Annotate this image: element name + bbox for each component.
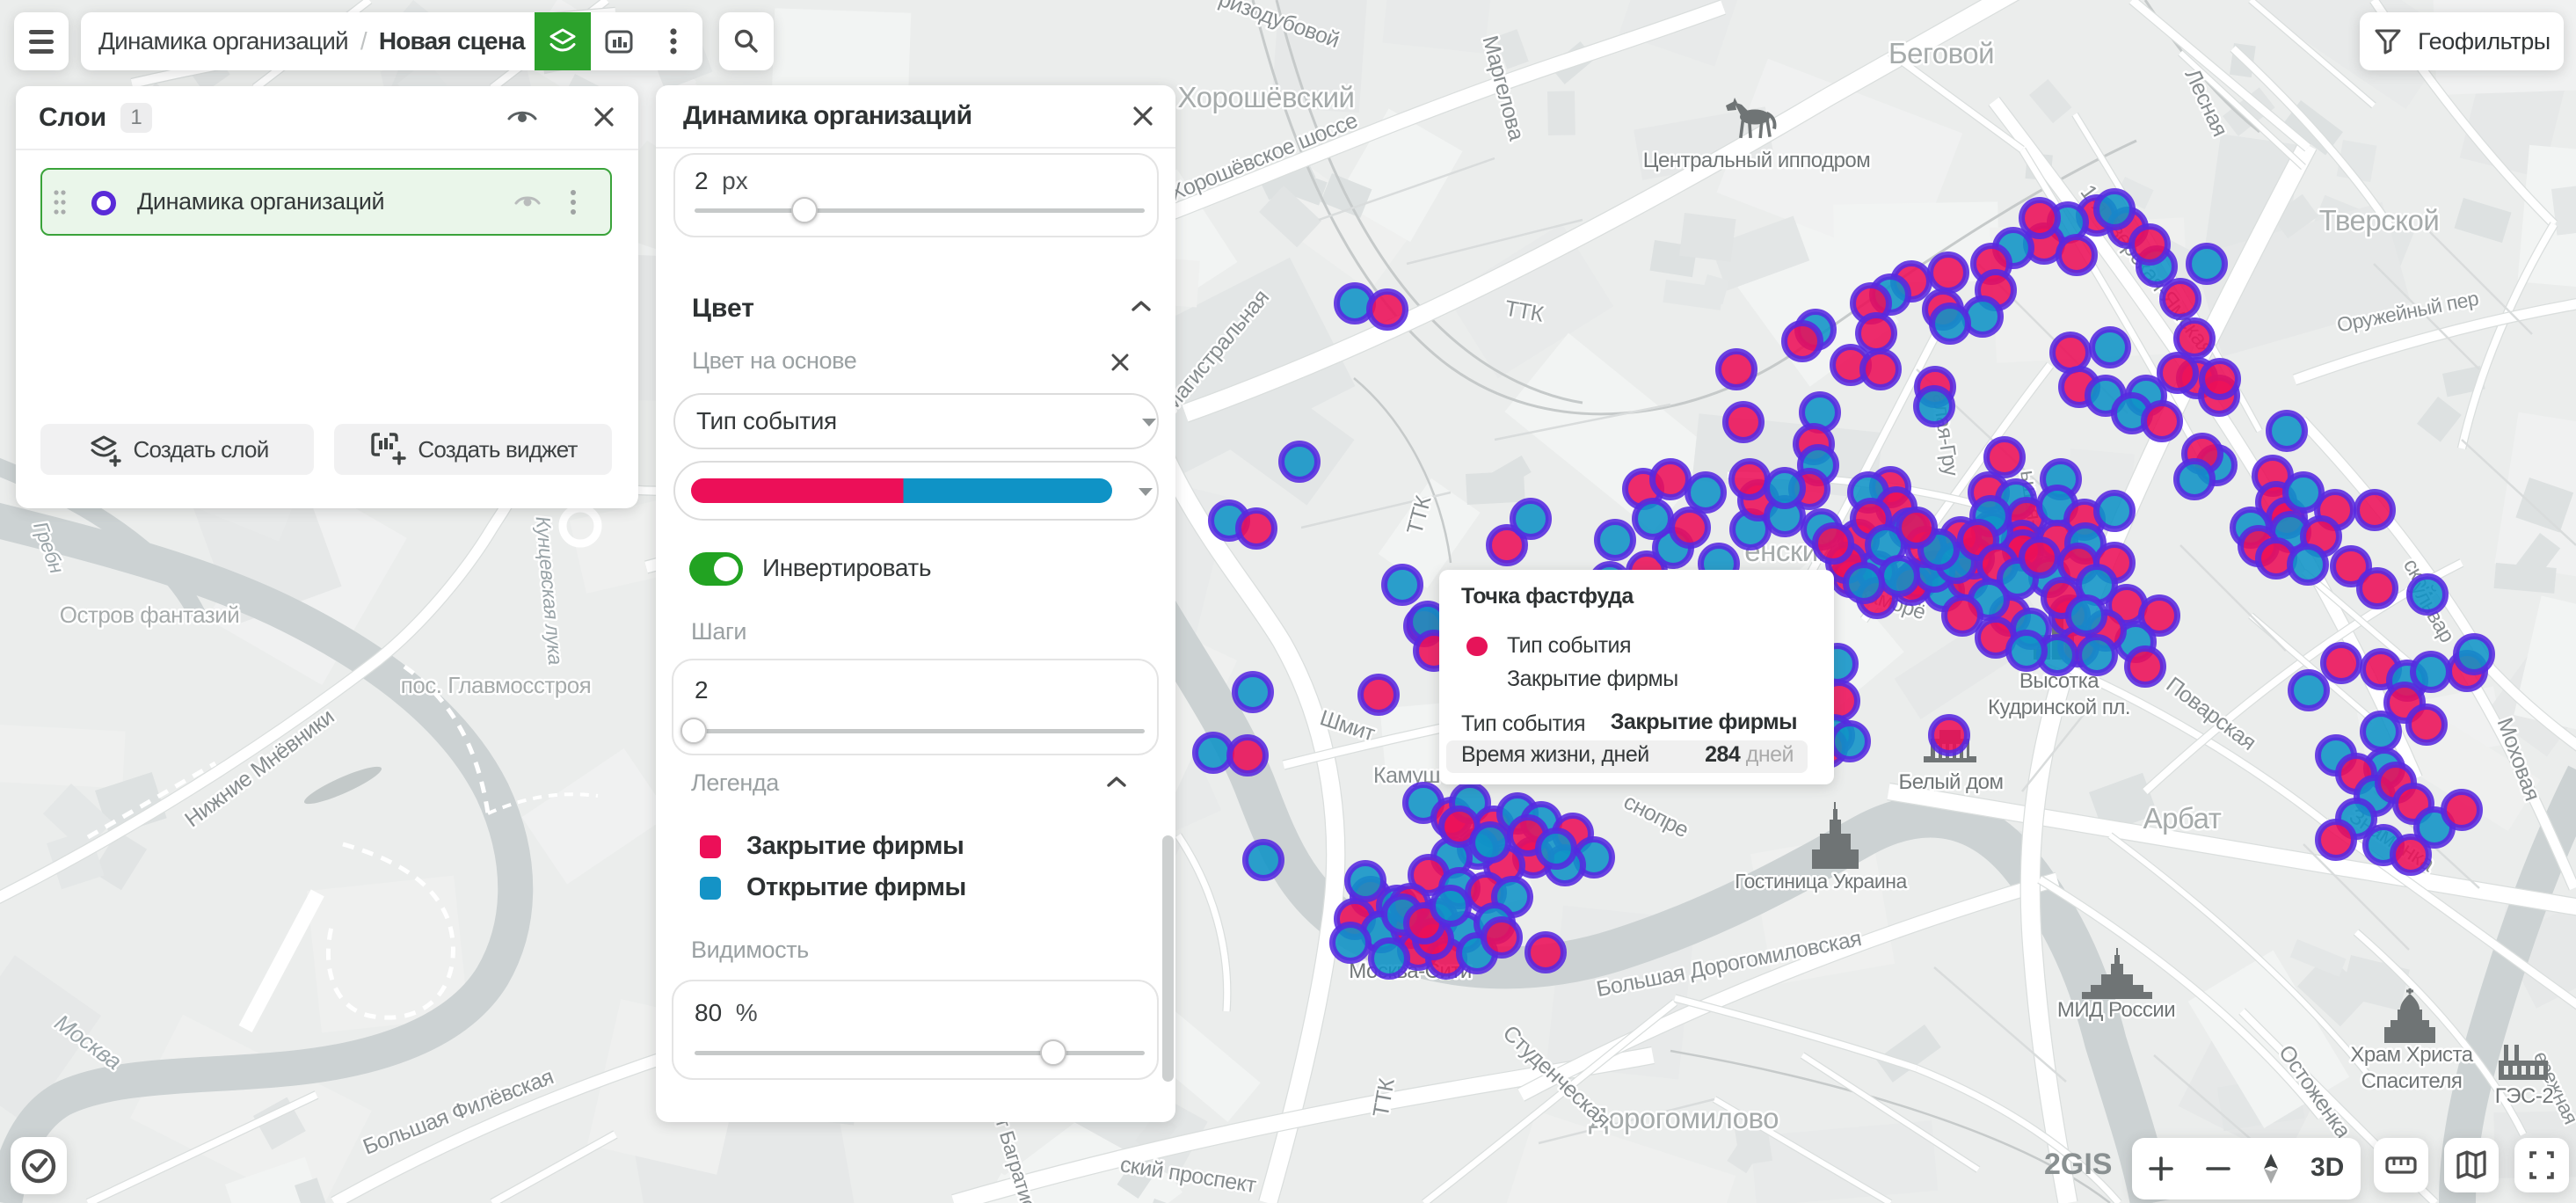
svg-text:Храм Христа: Храм Христа [2350, 1043, 2473, 1067]
svg-text:Арбат: Арбат [2143, 802, 2222, 835]
svg-text:МИД России: МИД России [2057, 998, 2175, 1022]
svg-text:Гостиница Украина: Гостиница Украина [1735, 870, 1907, 893]
svg-text:Остров фантазий: Остров фантазий [60, 602, 240, 628]
svg-text:пос. Главмосстроя: пос. Главмосстроя [401, 672, 592, 698]
svg-text:ГЭС-2: ГЭС-2 [2495, 1084, 2554, 1108]
svg-text:Дорогомилово: Дорогомилово [1589, 1102, 1779, 1134]
svg-text:Спасителя: Спасителя [2361, 1069, 2463, 1093]
svg-text:Тверской: Тверской [2319, 204, 2440, 237]
svg-text:Кудринской пл.: Кудринской пл. [1988, 696, 2130, 719]
svg-text:Хорошёвский: Хорошёвский [1178, 81, 1355, 113]
svg-text:Беговой: Беговой [1888, 37, 1994, 69]
svg-text:Центральный ипподром: Центральный ипподром [1643, 149, 1871, 172]
svg-text:Белый дом: Белый дом [1899, 770, 2004, 794]
